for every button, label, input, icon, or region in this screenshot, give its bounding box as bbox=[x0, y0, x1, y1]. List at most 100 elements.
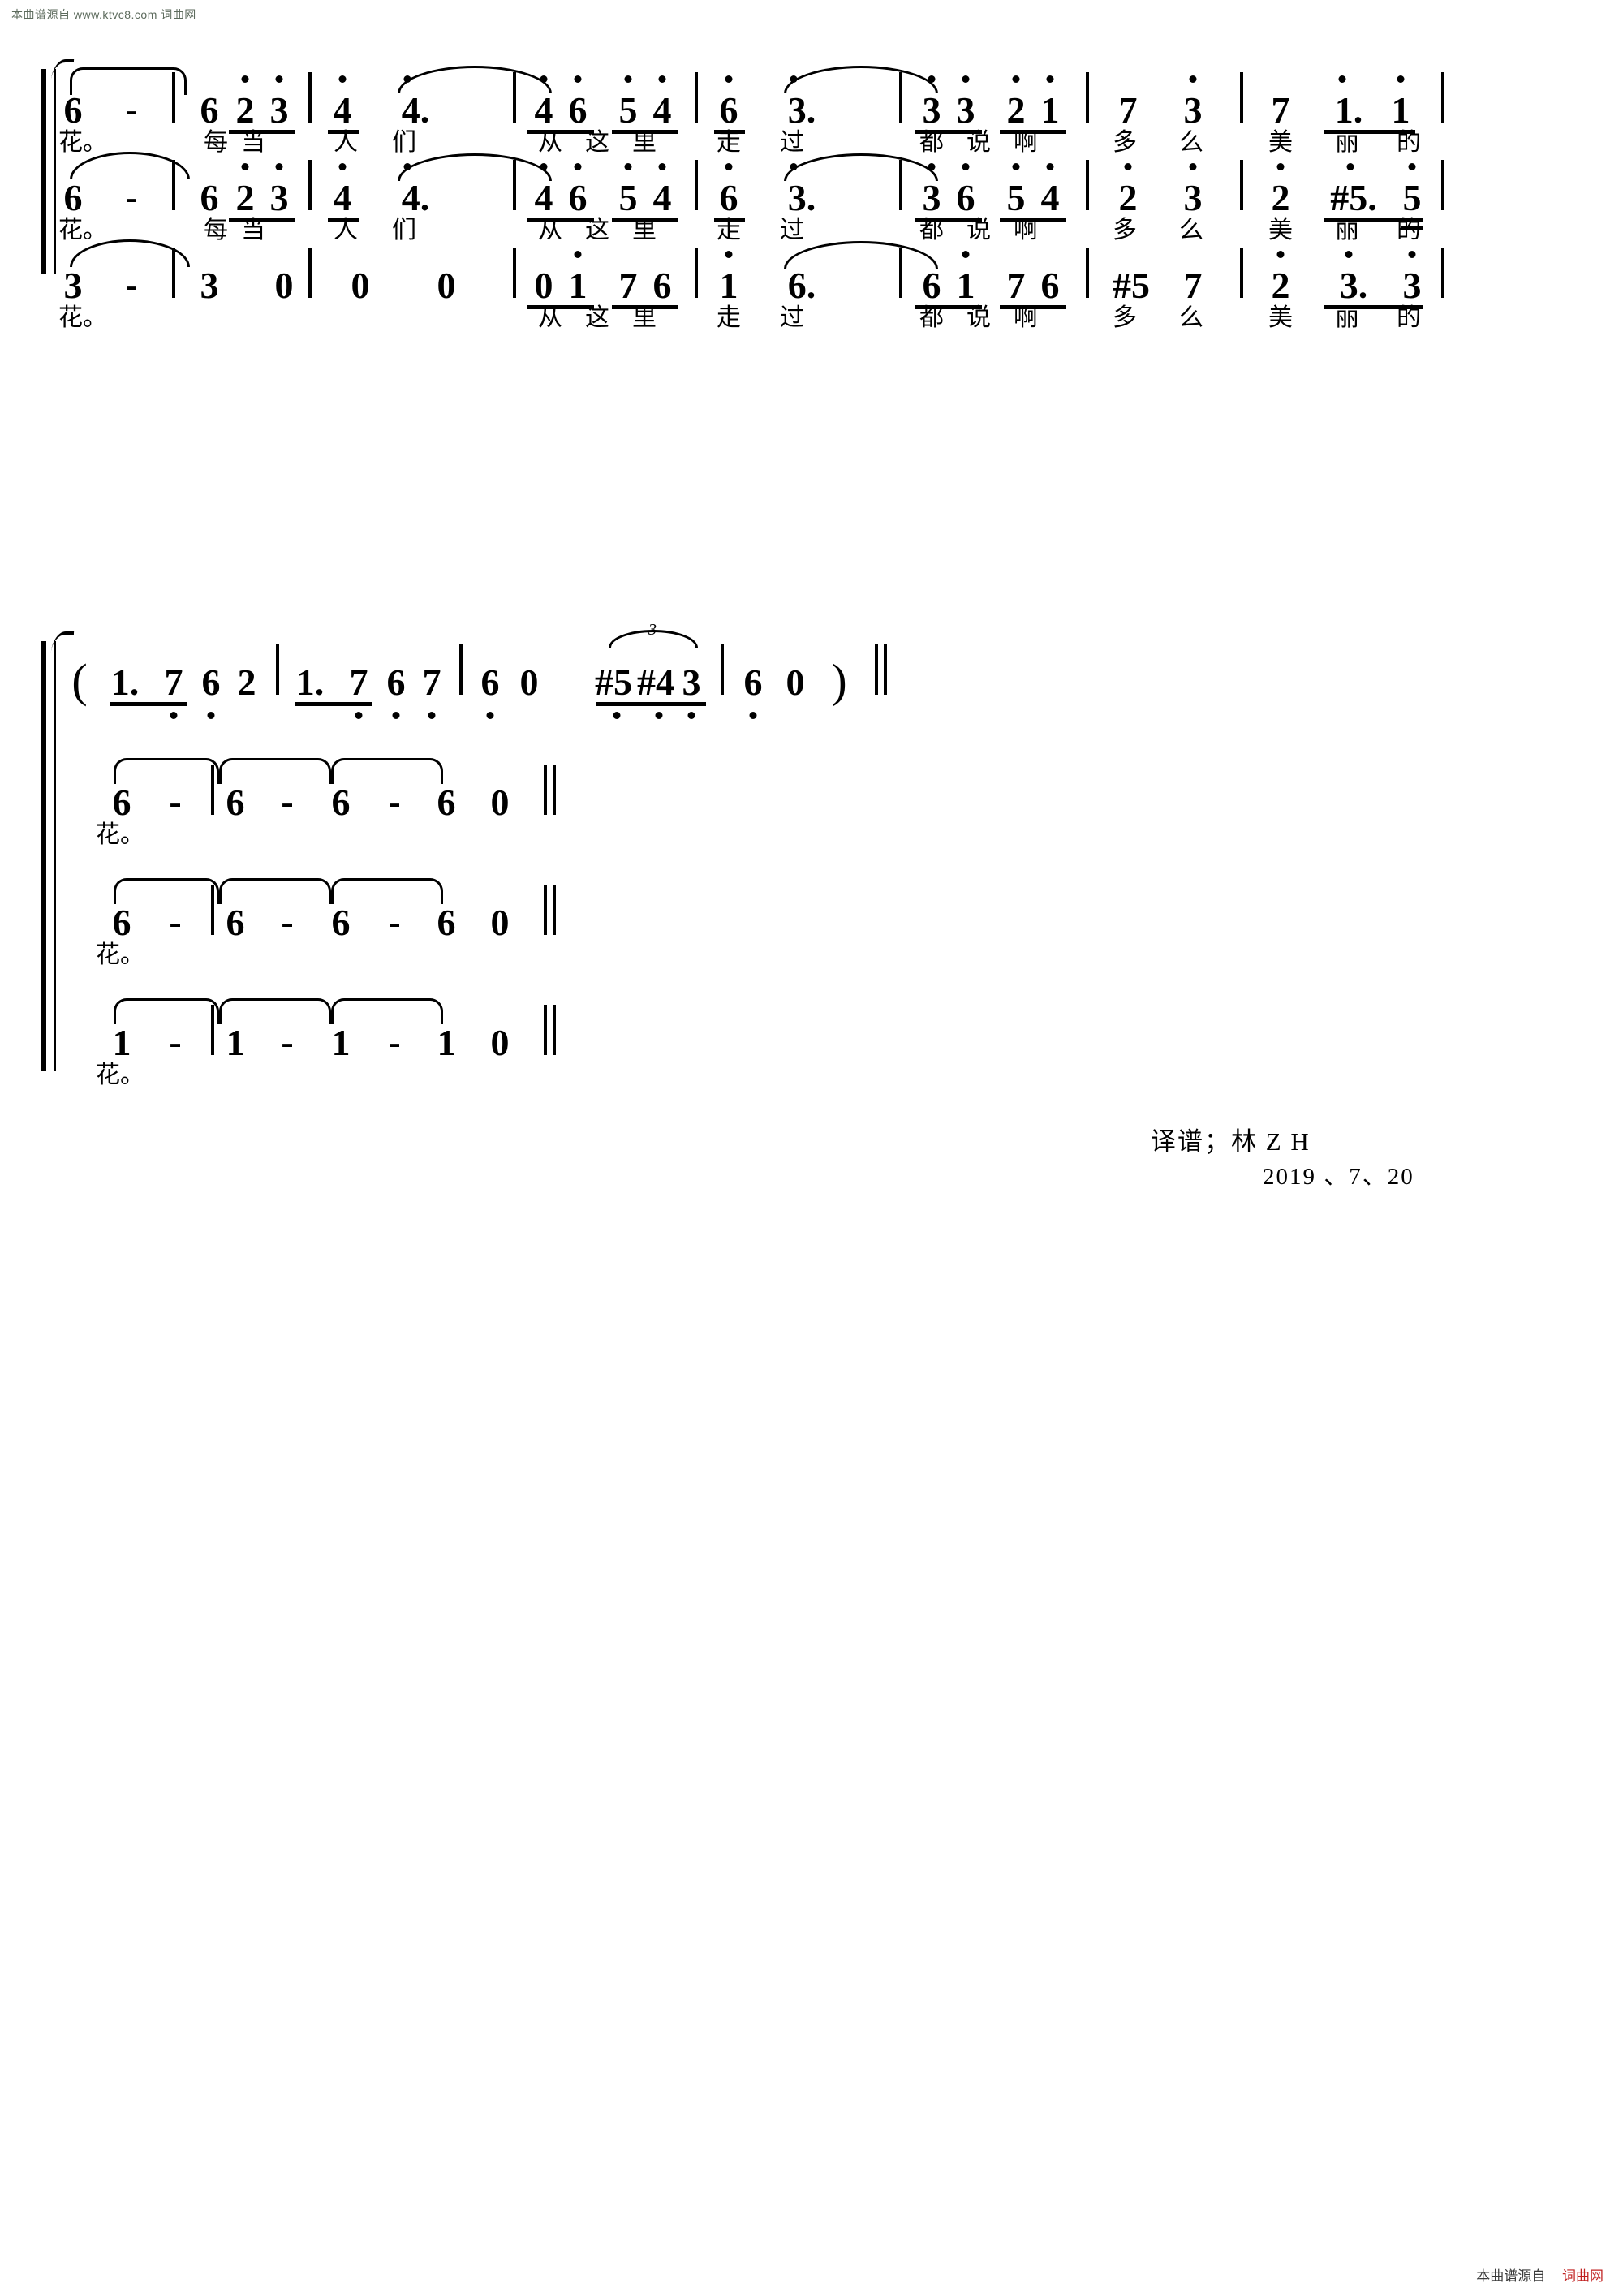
lyric: 的 bbox=[1397, 129, 1421, 156]
note: 4 bbox=[652, 89, 672, 131]
note: 2 bbox=[1006, 89, 1026, 131]
note: 1 bbox=[112, 1022, 131, 1063]
duration-dash: - bbox=[388, 901, 401, 942]
barline bbox=[1441, 248, 1444, 298]
lyric: 美 bbox=[1268, 129, 1293, 156]
note: 6 bbox=[568, 177, 588, 218]
voice-3-bass: 3 - 3 0 0 0 0 1 7 6 1 6. 6 1 7 6 #5 7 2 … bbox=[41, 239, 1591, 331]
voice-2-alto: 6 - 6 2 3 4 4. 4 6 5 4 6 3. 3 6 5 4 2 3 … bbox=[41, 152, 1591, 243]
note: 3 bbox=[269, 177, 289, 218]
note: 6 bbox=[63, 89, 83, 131]
note: 6 bbox=[437, 902, 456, 943]
note: 6. bbox=[787, 265, 816, 306]
note: 7 bbox=[618, 265, 638, 306]
note: 2 bbox=[235, 89, 255, 131]
lyric: 美 bbox=[1268, 304, 1293, 331]
lyric: 么 bbox=[1179, 129, 1203, 156]
octave-up-dot bbox=[241, 163, 249, 170]
octave-up-dot bbox=[1408, 163, 1416, 170]
barline bbox=[459, 644, 463, 695]
barline bbox=[513, 248, 516, 298]
barline bbox=[276, 644, 279, 695]
octave-up-dot bbox=[338, 163, 347, 170]
octave-up-dot bbox=[1345, 251, 1353, 258]
lyric: 从 bbox=[538, 129, 562, 156]
lyric-row: 花。 bbox=[41, 1062, 901, 1092]
octave-up-dot bbox=[962, 251, 970, 258]
note: 2 bbox=[1271, 265, 1290, 306]
octave-up-dot bbox=[1189, 163, 1197, 170]
octave-down-dot bbox=[486, 712, 494, 719]
note: 3 bbox=[682, 661, 701, 703]
note: 3. bbox=[1339, 265, 1368, 306]
note: 1 bbox=[331, 1022, 351, 1063]
lyric: 走 bbox=[717, 129, 741, 156]
note: 6 bbox=[719, 89, 738, 131]
slur bbox=[784, 241, 938, 269]
lyric: 多 bbox=[1113, 304, 1137, 331]
note: 4 bbox=[1040, 177, 1060, 218]
lyric: 过 bbox=[780, 304, 804, 331]
octave-down-dot bbox=[749, 712, 757, 719]
note: 2 bbox=[1118, 177, 1138, 218]
lyric-row: 花。 从 这 里 走 过 都 说 啊 多 么 美 丽 的 bbox=[41, 304, 1591, 335]
note-sharp5: #5 bbox=[1113, 265, 1150, 306]
lyric: 们 bbox=[392, 217, 416, 243]
duration-dash: - bbox=[281, 781, 294, 822]
lyric: 这 bbox=[585, 217, 609, 243]
barline bbox=[899, 248, 902, 298]
note: 6 bbox=[568, 89, 588, 131]
beam bbox=[295, 702, 372, 706]
note-sharp5-dotted: #5. bbox=[1330, 177, 1377, 218]
octave-down-dot bbox=[613, 712, 621, 719]
barline bbox=[513, 160, 516, 210]
note: 2 bbox=[237, 661, 256, 703]
lyric: 多 bbox=[1113, 129, 1137, 156]
note: 7 bbox=[164, 661, 183, 703]
note: 6 bbox=[719, 177, 738, 218]
octave-up-dot bbox=[962, 75, 970, 83]
tie-bracket bbox=[219, 878, 331, 904]
note: 6 bbox=[331, 902, 351, 943]
system-2: ( 1. 7 6 2 1. 7 6 7 6 0 3 #5 #4 3 6 0) … bbox=[41, 622, 933, 1096]
slur bbox=[784, 66, 938, 93]
lyric: 里 bbox=[632, 129, 657, 156]
voice-1-soprano: 6 - 6 - 6 - 6 0 花。 bbox=[41, 758, 901, 848]
barline bbox=[695, 72, 698, 123]
octave-up-dot bbox=[624, 75, 632, 83]
note: 3 bbox=[269, 89, 289, 131]
lyric: 啊 bbox=[1014, 304, 1038, 331]
lyric: 人 bbox=[334, 129, 358, 156]
octave-up-dot bbox=[540, 75, 548, 83]
barline bbox=[1240, 72, 1243, 123]
octave-up-dot bbox=[1346, 163, 1354, 170]
octave-up-dot bbox=[658, 163, 666, 170]
octave-up-dot bbox=[962, 163, 970, 170]
lyric: 走 bbox=[717, 217, 741, 243]
note-row: 6 - 6 2 3 4 4. 4 6 5 4 bbox=[41, 66, 1591, 134]
tie-bracket bbox=[219, 998, 331, 1024]
note: 3. bbox=[787, 89, 816, 131]
tie-bracket bbox=[331, 878, 443, 904]
octave-down-dot bbox=[392, 712, 400, 719]
note: 7 bbox=[1271, 89, 1290, 131]
lyric: 多 bbox=[1113, 217, 1137, 243]
note: 3 bbox=[922, 177, 941, 218]
barline bbox=[899, 160, 902, 210]
note: 3 bbox=[956, 89, 975, 131]
lyric: 丽 bbox=[1335, 129, 1359, 156]
note: 1. bbox=[295, 661, 325, 703]
rest: 0 bbox=[437, 265, 456, 306]
duration-dash: - bbox=[281, 901, 294, 942]
octave-down-dot bbox=[355, 712, 363, 719]
octave-up-dot bbox=[1012, 163, 1020, 170]
tie-bracket bbox=[331, 998, 443, 1024]
octave-up-dot bbox=[658, 75, 666, 83]
note: 6 bbox=[200, 177, 219, 218]
note: 4. bbox=[401, 89, 430, 131]
tie-bracket bbox=[219, 758, 331, 784]
octave-up-dot bbox=[1408, 251, 1416, 258]
octave-up-dot bbox=[725, 75, 733, 83]
lyric: 这 bbox=[585, 129, 609, 156]
lyric: 人 bbox=[334, 217, 358, 243]
